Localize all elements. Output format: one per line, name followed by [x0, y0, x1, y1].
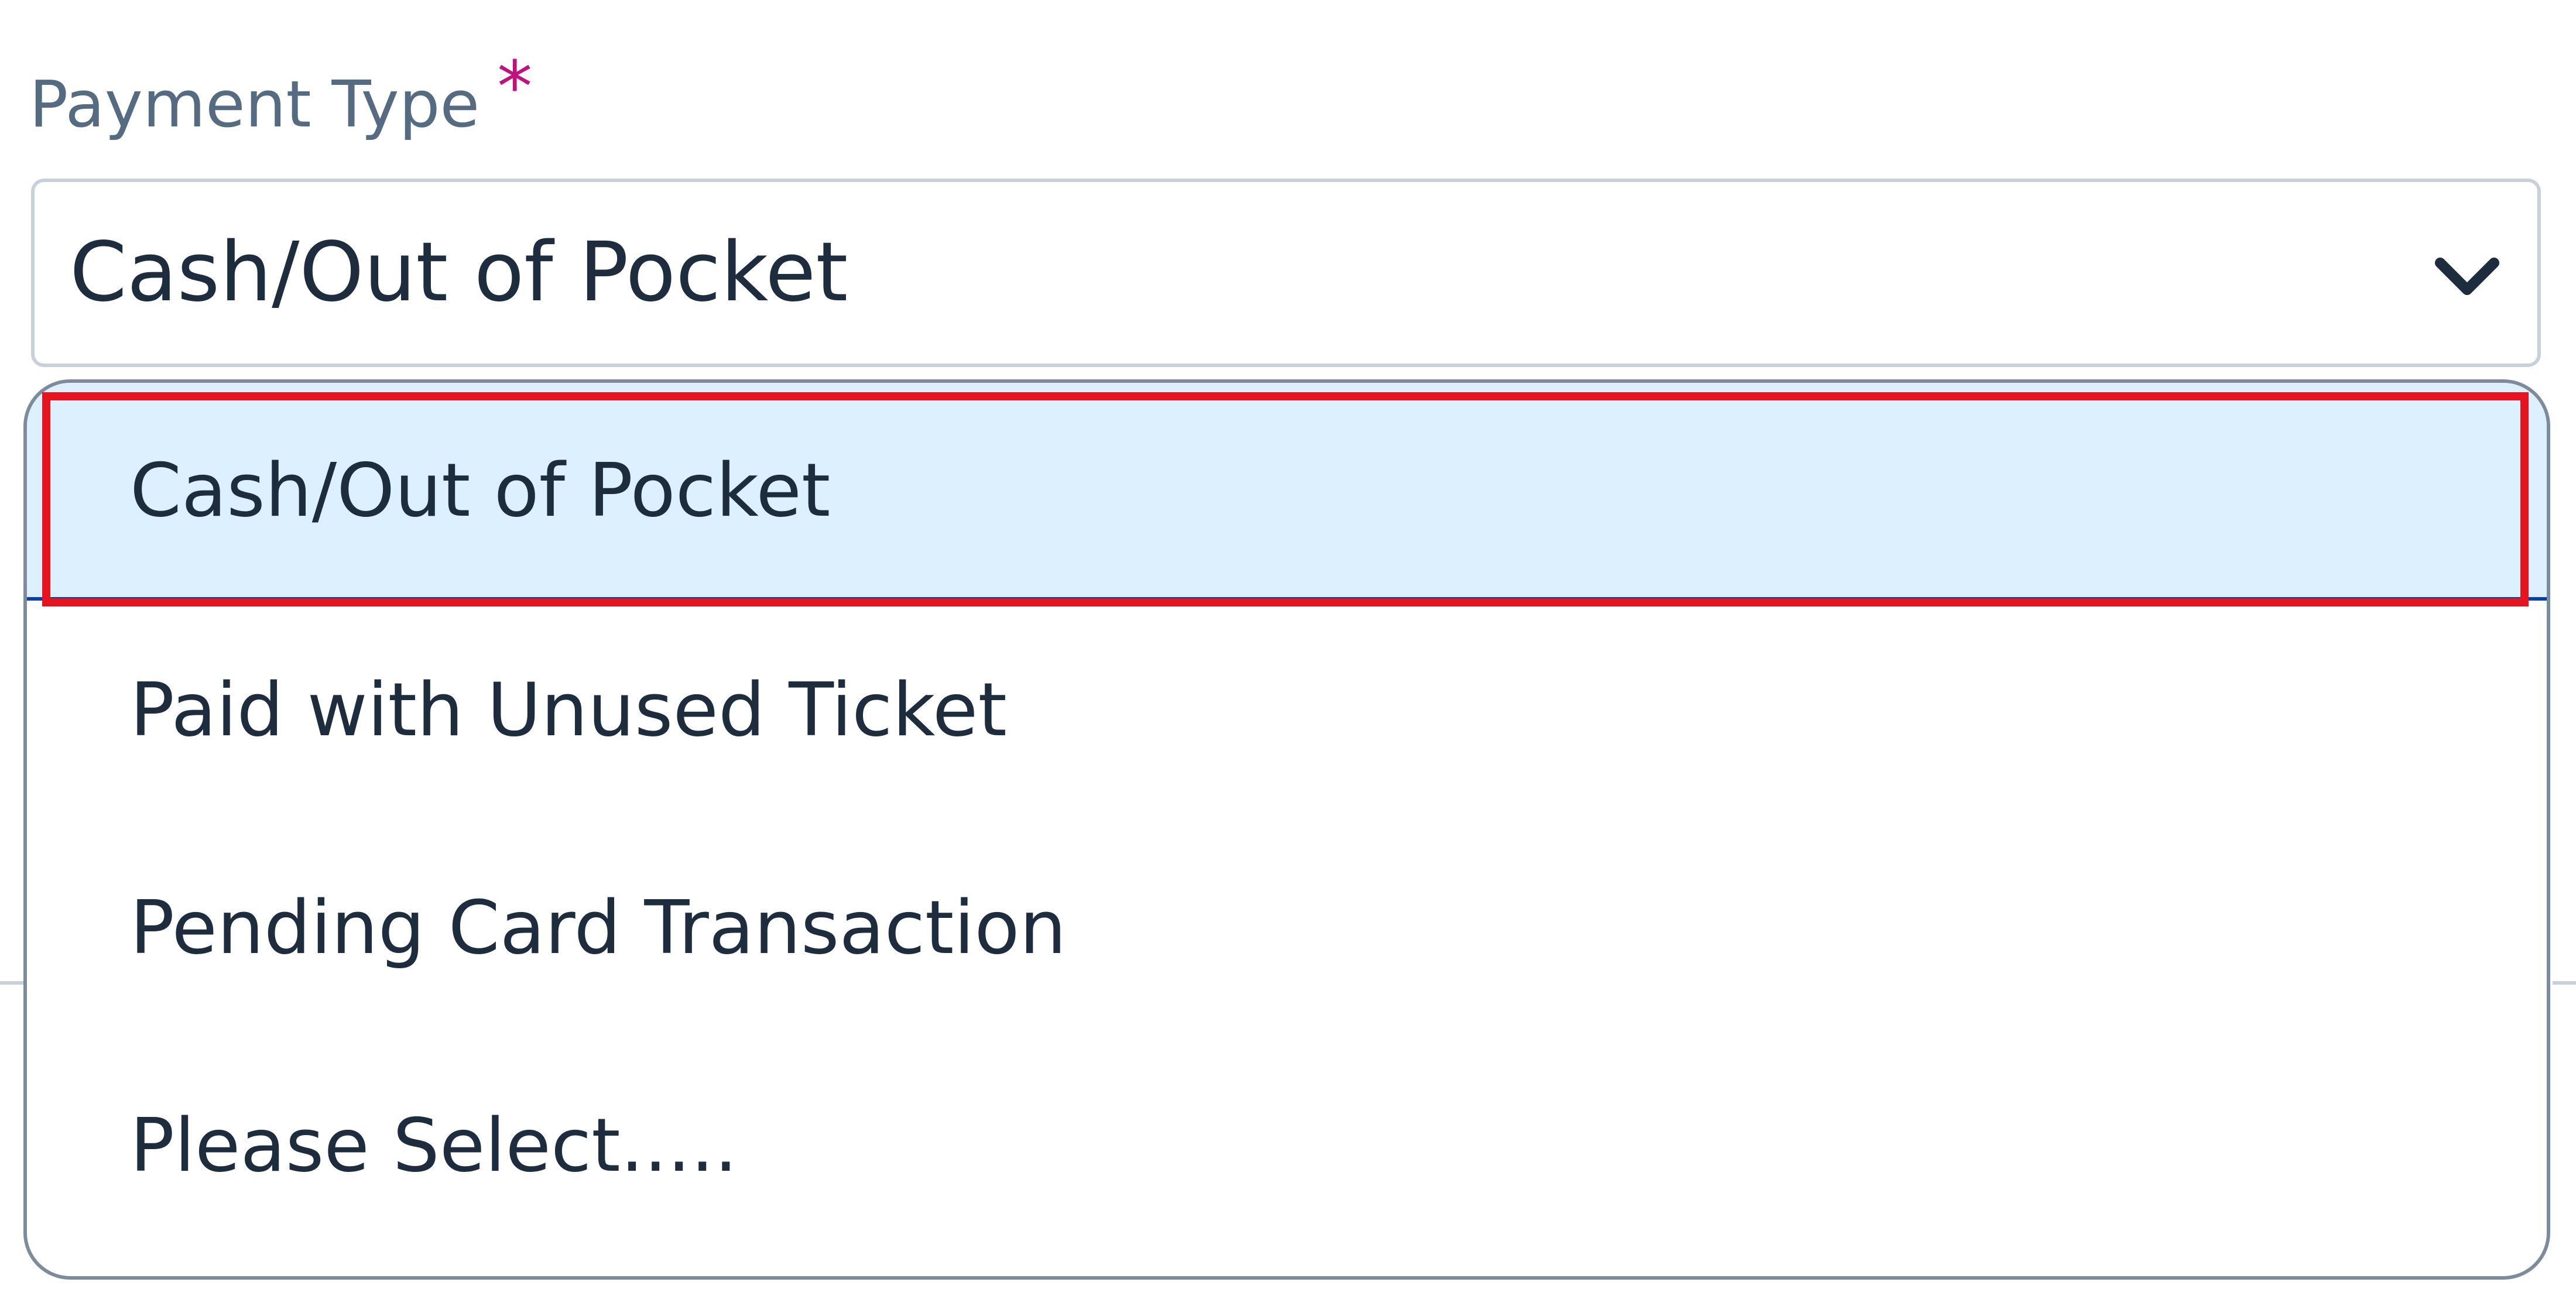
chevron-down-icon[interactable] [2432, 241, 2502, 311]
option-label: Paid with Unused Ticket [130, 666, 1007, 753]
dropdown-popover: Cash/Out of Pocket Paid with Unused Tick… [23, 379, 2550, 1280]
field-label-text: Payment Type [29, 67, 480, 142]
option-list: Cash/Out of Pocket Paid with Unused Tick… [27, 383, 2547, 1254]
option-label: Pending Card Transaction [130, 884, 1067, 971]
payment-type-label: Payment Type * [29, 53, 532, 151]
background-divider-right [2553, 981, 2576, 985]
option-label: Please Select..... [130, 1102, 738, 1188]
required-asterisk: * [497, 47, 533, 128]
option-pending-card-transaction[interactable]: Pending Card Transaction [27, 818, 2547, 1036]
option-cash-out-of-pocket[interactable]: Cash/Out of Pocket [27, 383, 2547, 601]
selected-value: Cash/Out of Pocket [70, 225, 848, 320]
option-paid-with-unused-ticket[interactable]: Paid with Unused Ticket [27, 601, 2547, 818]
option-please-select[interactable]: Please Select..... [27, 1036, 2547, 1254]
option-label: Cash/Out of Pocket [130, 447, 831, 533]
payment-type-select[interactable]: Cash/Out of Pocket [31, 179, 2541, 367]
